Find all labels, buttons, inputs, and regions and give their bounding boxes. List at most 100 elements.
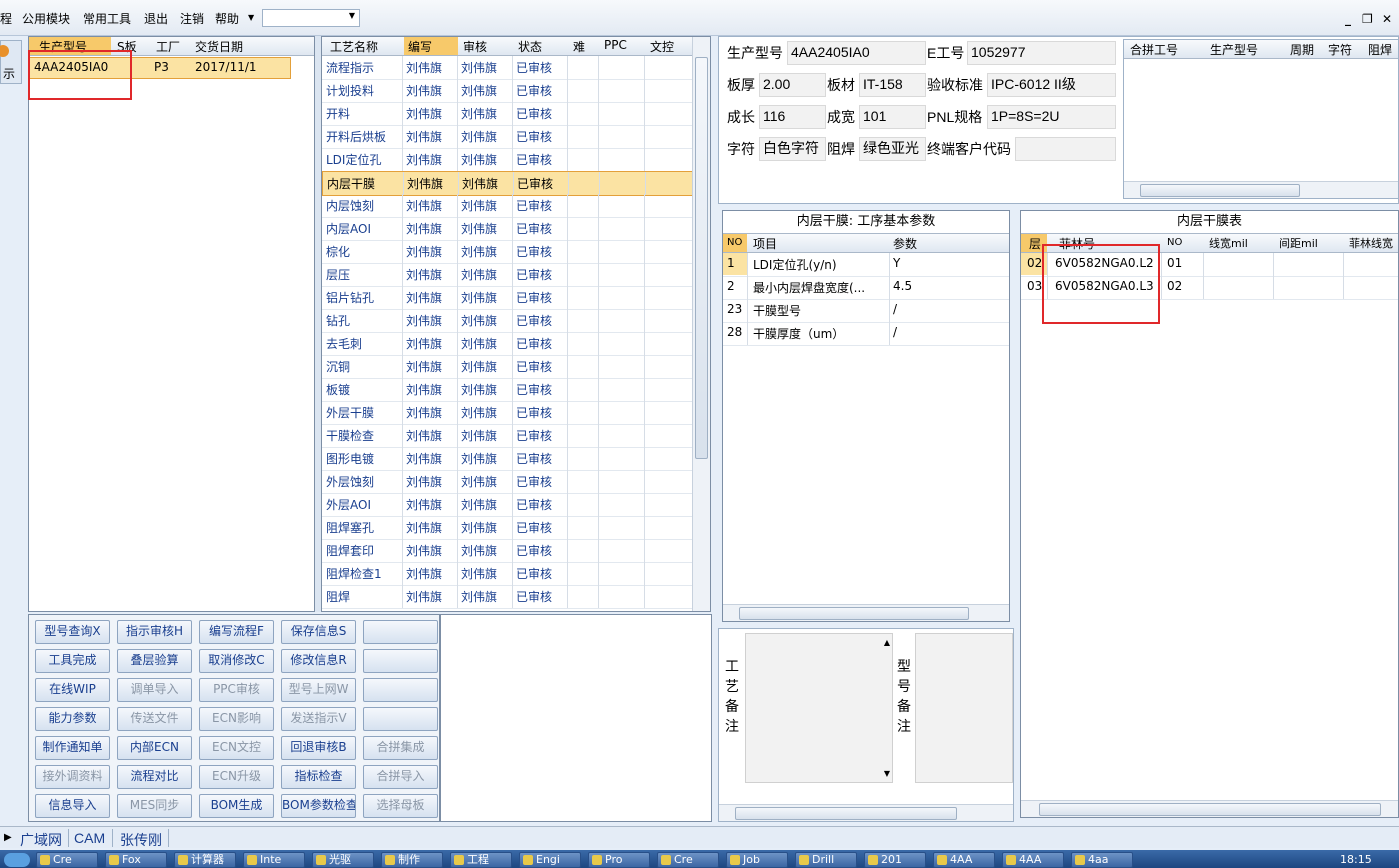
params-scrollbar[interactable] — [723, 604, 1009, 621]
process-notes-textarea[interactable]: ▲ ▼ — [745, 633, 893, 783]
menu-process[interactable]: 程 — [0, 10, 12, 27]
table-row[interactable]: 内层蚀刻 刘伟旗 刘伟旗 已审核 — [322, 194, 695, 218]
action-button[interactable]: 制作通知单 — [35, 736, 110, 760]
taskbar-item[interactable]: 计算器 — [174, 852, 236, 868]
action-button[interactable]: 型号上网W — [281, 678, 356, 702]
length-field[interactable]: 116 — [759, 105, 826, 129]
taskbar-item[interactable]: Fox — [105, 852, 167, 868]
action-button[interactable]: 能力参数 — [35, 707, 110, 731]
process-scrollbar[interactable] — [692, 37, 710, 611]
action-button[interactable] — [363, 649, 438, 673]
action-button[interactable]: BOM参数检查 — [281, 794, 356, 818]
taskbar-item[interactable]: Engi — [519, 852, 581, 868]
table-row[interactable]: 2 最小内层焊盘宽度(... 4.5 — [723, 276, 1009, 300]
table-row[interactable]: 铝片钻孔 刘伟旗 刘伟旗 已审核 — [322, 286, 695, 310]
action-button[interactable]: 回退审核B — [281, 736, 356, 760]
action-button[interactable]: 取消修改C — [199, 649, 274, 673]
table-row[interactable]: 开料 刘伟旗 刘伟旗 已审核 — [322, 102, 695, 126]
table-row[interactable]: 外层蚀刻 刘伟旗 刘伟旗 已审核 — [322, 470, 695, 494]
action-button[interactable]: 接外调资料 — [35, 765, 110, 789]
table-row[interactable]: 阻焊检查1 刘伟旗 刘伟旗 已审核 — [322, 562, 695, 586]
scroll-thumb[interactable] — [695, 57, 708, 459]
table-row[interactable]: 板镀 刘伟旗 刘伟旗 已审核 — [322, 378, 695, 402]
mask-field[interactable]: 绿色亚光 — [859, 137, 926, 161]
menu-public-modules[interactable]: 公用模块 — [22, 10, 70, 27]
table-row[interactable]: 外层干膜 刘伟旗 刘伟旗 已审核 — [322, 401, 695, 425]
action-button[interactable]: 内部ECN — [117, 736, 192, 760]
taskbar-item[interactable]: 光驱 — [312, 852, 374, 868]
action-button[interactable]: 保存信息S — [281, 620, 356, 644]
menu-exit[interactable]: 退出 — [144, 10, 168, 27]
minimize-button[interactable]: _ — [1345, 12, 1351, 26]
action-button[interactable]: 信息导入 — [35, 794, 110, 818]
taskbar-item[interactable]: 4AA — [933, 852, 995, 868]
thickness-field[interactable]: 2.00 — [759, 73, 826, 97]
left-edge-button[interactable]: 示 — [0, 40, 22, 84]
help-dropdown-icon[interactable]: ▼ — [248, 13, 254, 22]
taskbar-item[interactable]: Inte — [243, 852, 305, 868]
action-button[interactable] — [363, 620, 438, 644]
menu-common-tools[interactable]: 常用工具 — [83, 10, 131, 27]
close-button[interactable]: ✕ — [1382, 12, 1392, 26]
product-field[interactable]: 4AA2405IA0 — [787, 41, 926, 65]
action-button[interactable]: 合拼导入 — [363, 765, 438, 789]
start-button[interactable] — [4, 853, 30, 867]
scroll-thumb[interactable] — [735, 807, 957, 820]
table-row[interactable]: 开料后烘板 刘伟旗 刘伟旗 已审核 — [322, 125, 695, 149]
eno-field[interactable]: 1052977 — [967, 41, 1116, 65]
width-field[interactable]: 101 — [859, 105, 926, 129]
action-button[interactable]: 发送指示V — [281, 707, 356, 731]
table-row[interactable]: 流程指示 刘伟旗 刘伟旗 已审核 — [322, 56, 695, 80]
pnl-field[interactable]: 1P=8S=2U — [987, 105, 1116, 129]
table-row[interactable]: 1 LDI定位孔(y/n) Y — [723, 253, 1009, 277]
action-button[interactable]: 指示审核H — [117, 620, 192, 644]
action-button[interactable]: 修改信息R — [281, 649, 356, 673]
table-row[interactable]: 计划投料 刘伟旗 刘伟旗 已审核 — [322, 79, 695, 103]
table-row[interactable]: LDI定位孔 刘伟旗 刘伟旗 已审核 — [322, 148, 695, 172]
toolbar-combo[interactable]: ▼ — [262, 9, 360, 27]
taskbar-item[interactable]: 制作 — [381, 852, 443, 868]
action-button[interactable]: 选择母板 — [363, 794, 438, 818]
scroll-thumb[interactable] — [1140, 184, 1300, 197]
table-row[interactable]: 阻焊塞孔 刘伟旗 刘伟旗 已审核 — [322, 516, 695, 540]
action-button[interactable]: 合拼集成 — [363, 736, 438, 760]
action-button[interactable]: PPC审核 — [199, 678, 274, 702]
table-row[interactable]: 棕化 刘伟旗 刘伟旗 已审核 — [322, 240, 695, 264]
action-button[interactable]: 叠层验算 — [117, 649, 192, 673]
table-row[interactable]: 23 干膜型号 / — [723, 299, 1009, 323]
taskbar-item[interactable]: Drill — [795, 852, 857, 868]
table-row[interactable]: 干膜检查 刘伟旗 刘伟旗 已审核 — [322, 424, 695, 448]
taskbar-item[interactable]: 201 — [864, 852, 926, 868]
model-notes-textarea[interactable] — [915, 633, 1013, 783]
taskbar-item[interactable]: Cre — [36, 852, 98, 868]
scroll-thumb[interactable] — [739, 607, 969, 620]
table-row[interactable]: 图形电镀 刘伟旗 刘伟旗 已审核 — [322, 447, 695, 471]
table-row[interactable]: 钻孔 刘伟旗 刘伟旗 已审核 — [322, 309, 695, 333]
action-button[interactable]: 编写流程F — [199, 620, 274, 644]
action-button[interactable]: 调单导入 — [117, 678, 192, 702]
action-button[interactable] — [363, 707, 438, 731]
table-row[interactable]: 阻焊 刘伟旗 刘伟旗 已审核 — [322, 585, 695, 609]
taskbar-item[interactable]: Job — [726, 852, 788, 868]
action-button[interactable]: 在线WIP — [35, 678, 110, 702]
table-row[interactable]: 外层AOI 刘伟旗 刘伟旗 已审核 — [322, 493, 695, 517]
action-button[interactable] — [363, 678, 438, 702]
table-row[interactable]: 内层AOI 刘伟旗 刘伟旗 已审核 — [322, 217, 695, 241]
scroll-thumb[interactable] — [1039, 803, 1381, 816]
action-button[interactable]: 指标检查 — [281, 765, 356, 789]
table-row[interactable]: 28 干膜厚度（um） / — [723, 322, 1009, 346]
material-field[interactable]: IT-158 — [859, 73, 926, 97]
taskbar-item[interactable]: Pro — [588, 852, 650, 868]
action-button[interactable]: 传送文件 — [117, 707, 192, 731]
notes-scrollbar[interactable] — [719, 804, 1013, 821]
char-field[interactable]: 白色字符 — [759, 137, 826, 161]
action-button[interactable]: ECN文控 — [199, 736, 274, 760]
action-button[interactable]: MES同步 — [117, 794, 192, 818]
customer-code-field[interactable] — [1015, 137, 1116, 161]
scroll-down-icon[interactable]: ▼ — [884, 769, 890, 778]
table-row[interactable]: 去毛刺 刘伟旗 刘伟旗 已审核 — [322, 332, 695, 356]
film-scrollbar[interactable] — [1021, 800, 1398, 817]
table-row[interactable]: 阻焊套印 刘伟旗 刘伟旗 已审核 — [322, 539, 695, 563]
action-button[interactable]: ECN影响 — [199, 707, 274, 731]
menu-logout[interactable]: 注销 — [180, 10, 204, 27]
